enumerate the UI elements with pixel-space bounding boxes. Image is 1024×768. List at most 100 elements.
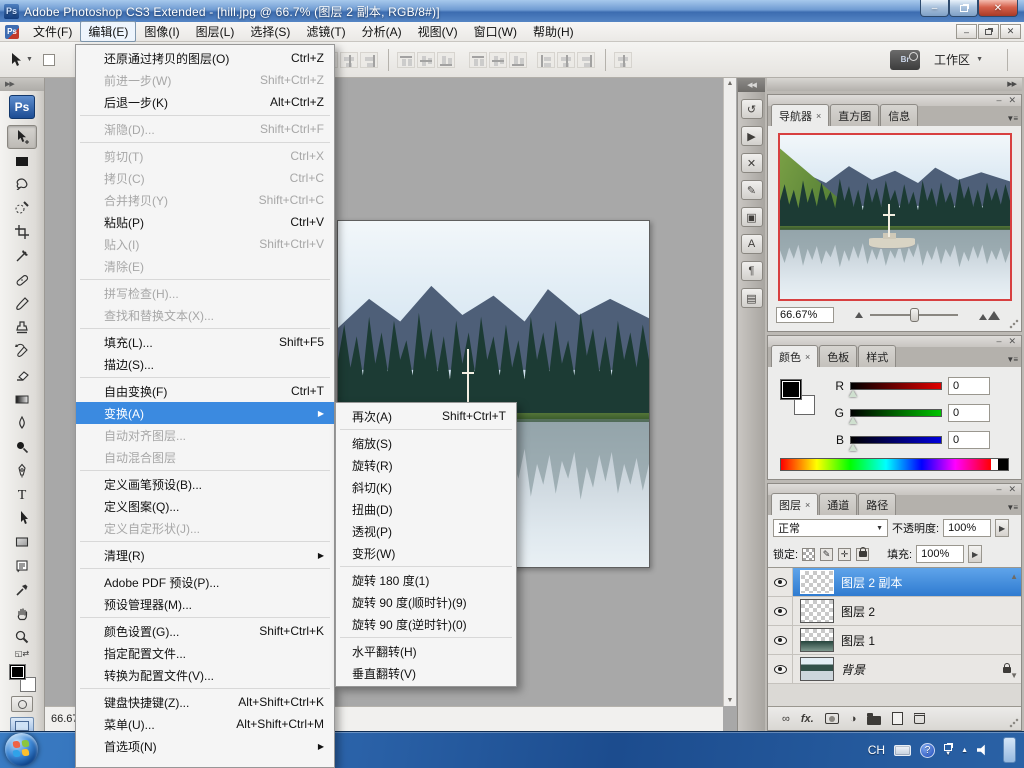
red-channel-value[interactable]: 0 (948, 377, 990, 395)
eye-icon[interactable] (774, 665, 787, 674)
distribute-bottom-icon[interactable] (437, 52, 455, 68)
lasso-tool[interactable] (7, 173, 37, 197)
distribute-top-icon[interactable] (397, 52, 415, 68)
layer-thumbnail[interactable] (800, 599, 834, 623)
crop-tool[interactable] (7, 220, 37, 244)
window-restore-button[interactable] (949, 0, 978, 17)
menu-layer[interactable]: 图层(L) (188, 21, 243, 42)
scroll-down-icon[interactable]: ▼ (727, 697, 734, 704)
workspace-dropdown[interactable]: 工作区 ▼ (934, 51, 983, 68)
eraser-tool[interactable] (7, 363, 37, 387)
menu-item-flip-vertical[interactable]: 垂直翻转(V) (336, 662, 516, 684)
align-right-icon[interactable] (577, 52, 595, 68)
opacity-spinner[interactable]: ▶ (995, 519, 1009, 537)
zoom-in-icon[interactable] (979, 311, 1000, 320)
tab-close-icon[interactable]: × (805, 352, 810, 362)
menu-item-again[interactable]: 再次(A)Shift+Ctrl+T (336, 405, 516, 427)
blend-mode-dropdown[interactable]: 正常 ▼ (773, 519, 888, 537)
quick-selection-tool[interactable] (7, 196, 37, 220)
menu-item-warp[interactable]: 变形(W) (336, 542, 516, 564)
red-channel-slider[interactable] (850, 382, 942, 390)
menu-filter[interactable]: 滤镜(T) (298, 21, 353, 42)
pen-tool[interactable] (7, 459, 37, 483)
align-vcenter-icon[interactable] (489, 52, 507, 68)
window-minimize-button[interactable]: – (920, 0, 949, 17)
tool-presets-panel-icon[interactable]: ✕ (741, 153, 763, 173)
tray-window-icon[interactable]: ▼ (944, 744, 952, 757)
menu-help[interactable]: 帮助(H) (525, 21, 582, 42)
zoom-out-icon[interactable] (855, 312, 863, 318)
layer-style-icon[interactable]: fx. (801, 713, 814, 725)
panel-menu-icon[interactable]: ▼≡ (1006, 355, 1017, 364)
new-layer-icon[interactable] (892, 712, 903, 725)
menu-item-transform[interactable]: 变换(A)▶ (76, 402, 334, 424)
menu-item-paste[interactable]: 粘贴(P)Ctrl+V (76, 211, 334, 233)
panel-menu-icon[interactable]: ▼≡ (1006, 503, 1017, 512)
start-button[interactable] (5, 733, 38, 766)
menu-item-perspective[interactable]: 透视(P) (336, 520, 516, 542)
clone-source-panel-icon[interactable]: ▣ (741, 207, 763, 227)
menu-window[interactable]: 窗口(W) (466, 21, 525, 42)
swap-colors-icon[interactable]: ◱⇄ (15, 649, 29, 661)
visibility-cell[interactable] (768, 597, 793, 625)
panel-close-icon[interactable]: ✕ (1008, 96, 1016, 105)
eye-icon[interactable] (774, 578, 787, 587)
move-tool[interactable] (7, 125, 37, 149)
character-panel-icon[interactable]: A (741, 234, 763, 254)
dock-collapse-handle[interactable]: ▶▶ (767, 78, 1022, 91)
eye-icon[interactable] (774, 636, 787, 645)
tab-close-icon[interactable]: × (816, 111, 821, 121)
menu-item-rotate[interactable]: 旋转(R) (336, 454, 516, 476)
delete-layer-icon[interactable] (914, 713, 925, 724)
language-indicator[interactable]: CH (868, 743, 885, 757)
tab-info[interactable]: 信息 (880, 104, 918, 126)
brushes-panel-icon[interactable]: ✎ (741, 180, 763, 200)
tab-navigator[interactable]: 导航器 × (771, 104, 829, 126)
fill-input[interactable]: 100% (916, 545, 964, 563)
menu-item-color-settings[interactable]: 颜色设置(G)...Shift+Ctrl+K (76, 620, 334, 642)
fill-spinner[interactable]: ▶ (968, 545, 982, 563)
layer-row-layer2[interactable]: 图层 2 (768, 597, 1021, 626)
brush-tool[interactable] (7, 292, 37, 316)
visibility-cell[interactable] (768, 568, 793, 596)
align-hcenter-icon[interactable] (557, 52, 575, 68)
window-close-button[interactable]: ✕ (978, 0, 1018, 17)
tab-layers[interactable]: 图层 × (771, 493, 818, 515)
move-tool-indicator[interactable]: ▼ (8, 52, 33, 68)
menu-item-distort[interactable]: 扭曲(D) (336, 498, 516, 520)
ime-help-icon[interactable]: ? (920, 743, 935, 758)
slider-marker[interactable] (849, 417, 857, 424)
menu-item-fill[interactable]: 填充(L)...Shift+F5 (76, 331, 334, 353)
doc-close-button[interactable]: ✕ (1000, 24, 1021, 39)
panel-minimize-icon[interactable]: – (996, 96, 1001, 105)
lock-position-icon[interactable]: ✛ (838, 548, 851, 561)
bridge-button[interactable]: Br (890, 50, 920, 70)
shape-tool[interactable] (7, 530, 37, 554)
menu-item-scale[interactable]: 缩放(S) (336, 432, 516, 454)
link-layers-icon[interactable]: ∞ (782, 713, 790, 725)
doc-restore-button[interactable] (978, 24, 999, 39)
auto-select-checkbox[interactable] (43, 54, 55, 66)
layer-name[interactable]: 图层 2 副本 (841, 574, 902, 591)
panel-close-icon[interactable]: ✕ (1008, 485, 1016, 494)
menu-item-free-transform[interactable]: 自由变换(F)Ctrl+T (76, 380, 334, 402)
history-brush-tool[interactable] (7, 339, 37, 363)
foreground-background-swatches[interactable] (7, 664, 37, 692)
menu-item-undo[interactable]: 还原通过拷贝的图层(O)Ctrl+Z (76, 47, 334, 69)
menu-analysis[interactable]: 分析(A) (354, 21, 410, 42)
foreground-color-swatch[interactable] (9, 664, 26, 680)
dock-expand-handle[interactable]: ◀◀ (738, 78, 765, 92)
slider-marker[interactable] (849, 444, 857, 451)
opacity-input[interactable]: 100% (943, 519, 991, 537)
green-channel-slider[interactable] (850, 409, 942, 417)
keyboard-icon[interactable] (894, 745, 911, 756)
menu-item-rotate-180[interactable]: 旋转 180 度(1) (336, 569, 516, 591)
doc-minimize-button[interactable]: – (956, 24, 977, 39)
align-left-icon[interactable] (537, 52, 555, 68)
navigator-zoom-slider[interactable] (870, 308, 958, 322)
eyedropper-tool[interactable] (7, 578, 37, 602)
layer-name[interactable]: 图层 2 (841, 603, 875, 620)
layer-name[interactable]: 图层 1 (841, 632, 875, 649)
layer-thumbnail[interactable] (800, 570, 834, 594)
type-tool[interactable]: T (7, 482, 37, 506)
